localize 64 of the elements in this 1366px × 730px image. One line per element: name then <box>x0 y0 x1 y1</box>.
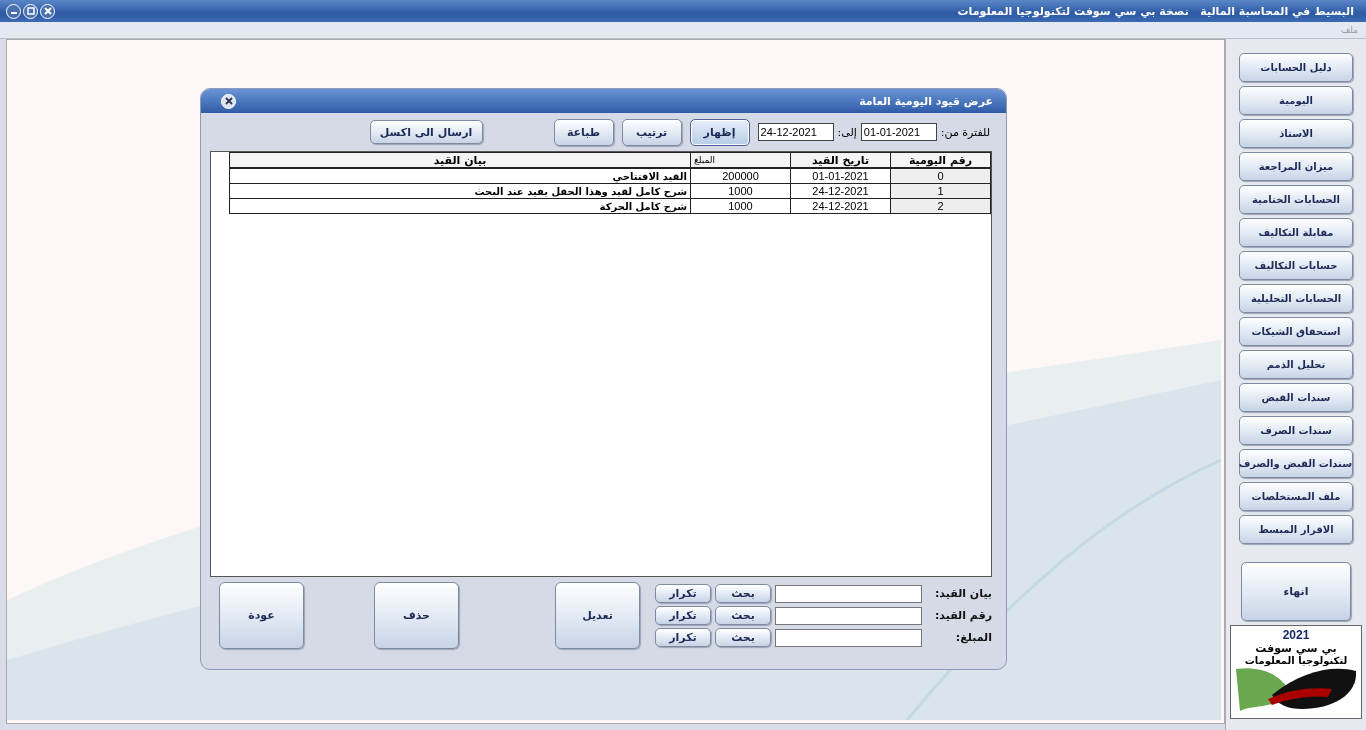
table-cell: 01-01-2021 <box>790 168 891 184</box>
table-cell: 1000 <box>690 183 791 199</box>
sidebar-button[interactable]: الحسابات التحليلية <box>1239 284 1353 313</box>
toolbar-button[interactable]: إظهار <box>689 118 750 146</box>
table-cell: 24-12-2021 <box>790 183 891 199</box>
period-from-label: للفترة من: <box>940 125 990 139</box>
sidebar-button[interactable]: حسابات التكاليف <box>1239 251 1353 280</box>
table-cell: شرح كامل لقيد وهذا الحقل يفيد عند البحث <box>229 183 691 199</box>
sidebar-button[interactable]: الاقرار المبسط <box>1239 515 1353 544</box>
search-button[interactable]: بحث <box>715 606 771 625</box>
search-button[interactable]: تكرار <box>655 606 711 625</box>
search-field[interactable] <box>775 584 922 603</box>
sidebar-button[interactable]: تحليل الذمم <box>1239 350 1353 379</box>
search-button[interactable]: تكرار <box>655 628 711 647</box>
close-button[interactable] <box>221 93 236 109</box>
table-cell: القيد الافتتاحي <box>229 168 691 184</box>
sidebar-button[interactable]: الاستاذ <box>1239 119 1353 148</box>
sidebar-button[interactable]: سندات القبض والصرف <box>1239 449 1353 478</box>
from-date-field[interactable]: 01-01-2021 <box>860 123 937 141</box>
sidebar-button[interactable]: دليل الحسابات <box>1239 53 1353 82</box>
close-icon <box>42 6 53 16</box>
column-header[interactable]: رقم اليومية <box>890 152 991 168</box>
logo-year: 2021 <box>1282 628 1310 642</box>
search-label: رقم القيد: <box>933 609 992 622</box>
search-label: المبلغ: <box>954 631 992 644</box>
dialog-title: عرض قيود اليومية العامة <box>859 94 994 108</box>
logo-tagline: لتكنولوجيا المعلومات <box>1244 655 1348 667</box>
action-button[interactable]: تعديل <box>555 582 640 649</box>
search-field[interactable] <box>775 628 922 647</box>
sidebar-button[interactable]: ميزان المراجعة <box>1239 152 1353 181</box>
column-header[interactable]: تاريخ القيد <box>790 152 891 168</box>
sidebar-button[interactable]: سندات الصرف <box>1239 416 1353 445</box>
search-label: بيان القيد: <box>933 587 992 600</box>
action-button[interactable]: عودة <box>219 582 304 649</box>
to-date-field[interactable]: 24-12-2021 <box>757 123 834 141</box>
toolbar-button[interactable]: ارسال الى اكسل <box>369 120 483 144</box>
logo-name: بي سي سوفت <box>1255 642 1337 655</box>
table-cell: 24-12-2021 <box>790 198 891 214</box>
close-button[interactable] <box>40 3 55 19</box>
toolbar-button[interactable]: ترتيب <box>621 118 682 146</box>
column-header[interactable]: المبلغ <box>690 152 791 168</box>
action-button[interactable]: حذف <box>374 582 459 649</box>
search-button[interactable]: بحث <box>715 628 771 647</box>
maximize-button[interactable] <box>23 3 38 19</box>
minimize-button[interactable] <box>6 3 21 19</box>
close-icon <box>223 96 234 106</box>
sidebar-button[interactable]: ملف المستخلصات <box>1239 482 1353 511</box>
column-header[interactable]: بيان القيد <box>229 152 691 168</box>
window-title: البسيط في المحاسبة المالية نصخة بي سي سوفت لتكنولوجيا المعلومات <box>957 4 1354 18</box>
search-button[interactable]: تكرار <box>655 584 711 603</box>
sidebar-button[interactable]: اليومية <box>1239 86 1353 115</box>
sidebar-button[interactable]: الحسابات الختامية <box>1239 185 1353 214</box>
sidebar-button[interactable]: مقابلة التكاليف <box>1239 218 1353 247</box>
table-cell: 200000 <box>690 168 791 184</box>
table-cell: شرح كامل الحركة <box>229 198 691 214</box>
search-field[interactable] <box>775 606 922 625</box>
toolbar-button[interactable]: طباعة <box>553 118 614 146</box>
exit-button[interactable]: انهاء <box>1241 562 1351 621</box>
period-to-label: إلى: <box>837 125 857 139</box>
table-cell: 1000 <box>690 198 791 214</box>
sidebar-button[interactable]: سندات القبض <box>1239 383 1353 412</box>
maximize-icon <box>25 6 36 16</box>
sidebar-button[interactable]: استحقاق الشيكات <box>1239 317 1353 346</box>
search-button[interactable]: بحث <box>715 584 771 603</box>
